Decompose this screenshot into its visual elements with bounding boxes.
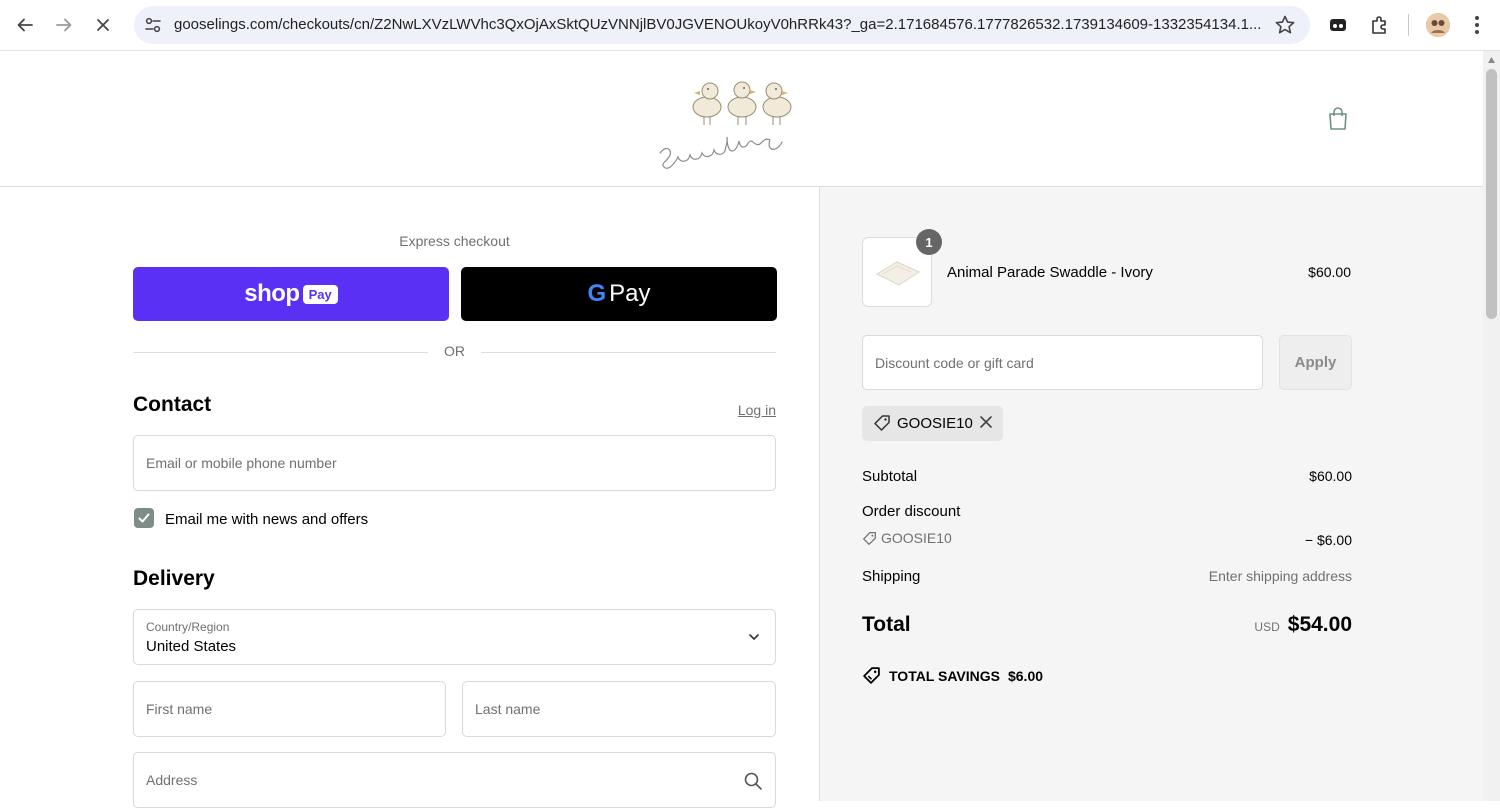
subtotal-row: Subtotal $60.00: [862, 468, 1352, 485]
browser-toolbar: gooselings.com/checkouts/cn/Z2NwLXVzLWVh…: [0, 0, 1500, 51]
arrow-left-icon: [17, 18, 33, 32]
checkmark-icon: [138, 513, 150, 523]
checkout-form: Express checkout shop Pay G Pay OR Conta…: [0, 187, 819, 808]
address-placeholder: Address: [146, 772, 198, 788]
savings-tag-icon: [863, 667, 880, 684]
incognito-extension-icon[interactable]: [1326, 13, 1350, 37]
google-pay-label: Pay: [609, 280, 651, 307]
subtotal-value: $60.00: [1309, 468, 1352, 484]
shipping-value: Enter shipping address: [1208, 568, 1352, 584]
email-field[interactable]: Email or mobile phone number: [133, 435, 776, 491]
country-label: Country/Region: [146, 620, 230, 634]
subtotal-label: Subtotal: [862, 468, 918, 485]
savings-amount: $6.00: [1007, 667, 1044, 684]
order-discount-code: GOOSIE10: [862, 530, 952, 546]
last-name-field[interactable]: Last name: [462, 681, 776, 737]
or-divider: OR: [133, 342, 776, 362]
total-savings: TOTAL SAVINGS $6.00: [862, 666, 1043, 685]
cart-bag-icon[interactable]: [1326, 106, 1350, 132]
last-name-placeholder: Last name: [475, 701, 541, 717]
address-bar[interactable]: gooselings.com/checkouts/cn/Z2NwLXVzLWVh…: [134, 6, 1310, 44]
scroll-up-arrow-icon[interactable]: [1487, 56, 1496, 64]
express-checkout-label: Express checkout: [399, 233, 510, 249]
login-link[interactable]: Log in: [710, 402, 776, 418]
contact-title: Contact: [133, 393, 212, 416]
arrow-right-icon: [56, 18, 72, 32]
shop-pay-pill: Pay: [302, 284, 338, 304]
order-discount-label: Order discount: [862, 503, 961, 520]
order-discount-code-text: GOOSIE10: [881, 530, 952, 546]
apply-discount-button[interactable]: Apply: [1279, 335, 1352, 390]
forward-button[interactable]: [50, 11, 78, 39]
first-name-field[interactable]: First name: [133, 681, 446, 737]
url-text[interactable]: gooselings.com/checkouts/cn/Z2NwLXVzLWVh…: [174, 16, 1264, 33]
remove-discount-icon[interactable]: [979, 415, 993, 429]
page-scrollbar[interactable]: [1483, 51, 1500, 801]
chevron-down-icon: [749, 634, 759, 640]
scroll-thumb[interactable]: [1486, 69, 1497, 319]
bookmark-star-icon[interactable]: [1274, 14, 1296, 36]
store-header: [0, 51, 1483, 187]
email-placeholder: Email or mobile phone number: [146, 455, 337, 471]
store-logo[interactable]: [652, 65, 832, 175]
checkout-page: Express checkout shop Pay G Pay OR Conta…: [0, 51, 1483, 808]
stop-loading-button[interactable]: [89, 11, 117, 39]
newsletter-label[interactable]: Email me with news and offers: [165, 511, 368, 528]
total-label: Total: [862, 613, 911, 636]
or-label: OR: [444, 343, 465, 359]
order-discount-row: Order discount: [862, 503, 1352, 520]
toolbar-separator: [1408, 14, 1409, 36]
browser-menu-icon[interactable]: [1465, 13, 1489, 37]
shop-pay-button[interactable]: shop Pay: [133, 267, 449, 321]
country-value: United States: [146, 638, 237, 655]
country-select[interactable]: Country/Region United States: [133, 609, 776, 665]
product-name: Animal Parade Swaddle - Ivory: [947, 264, 1153, 281]
tag-icon: [874, 415, 890, 431]
first-name-placeholder: First name: [146, 701, 213, 717]
total-row: Total USD $54.00: [862, 613, 1352, 637]
delivery-title: Delivery: [133, 567, 215, 590]
quantity-badge: 1: [916, 229, 942, 255]
applied-discount-tag: GOOSIE10: [862, 406, 1003, 441]
shipping-row: Shipping Enter shipping address: [862, 568, 1352, 585]
extensions-puzzle-icon[interactable]: [1367, 13, 1391, 37]
shipping-label: Shipping: [862, 568, 921, 585]
discount-code-input[interactable]: Discount code or gift card: [862, 335, 1263, 390]
profile-avatar[interactable]: [1426, 13, 1450, 37]
product-price: $60.00: [1308, 264, 1351, 280]
newsletter-checkbox[interactable]: [134, 508, 154, 528]
back-button[interactable]: [11, 11, 39, 39]
shop-pay-wordmark: shop: [244, 280, 300, 307]
total-amount: $54.00: [1287, 613, 1352, 636]
close-icon: [97, 19, 109, 31]
currency-code: USD: [1254, 620, 1280, 634]
order-summary: 1 Animal Parade Swaddle - Ivory $60.00 D…: [819, 187, 1483, 801]
google-g-icon: G: [587, 280, 607, 307]
applied-discount-code: GOOSIE10: [897, 415, 973, 432]
discount-placeholder: Discount code or gift card: [875, 355, 1034, 371]
site-settings-icon[interactable]: [143, 15, 163, 35]
discount-amount: − $6.00: [1304, 532, 1352, 548]
search-icon[interactable]: [743, 771, 763, 791]
savings-label: TOTAL SAVINGS: [889, 667, 1000, 684]
address-field[interactable]: Address: [133, 752, 776, 808]
google-pay-button[interactable]: G Pay: [461, 267, 777, 321]
tag-icon: [863, 532, 876, 545]
